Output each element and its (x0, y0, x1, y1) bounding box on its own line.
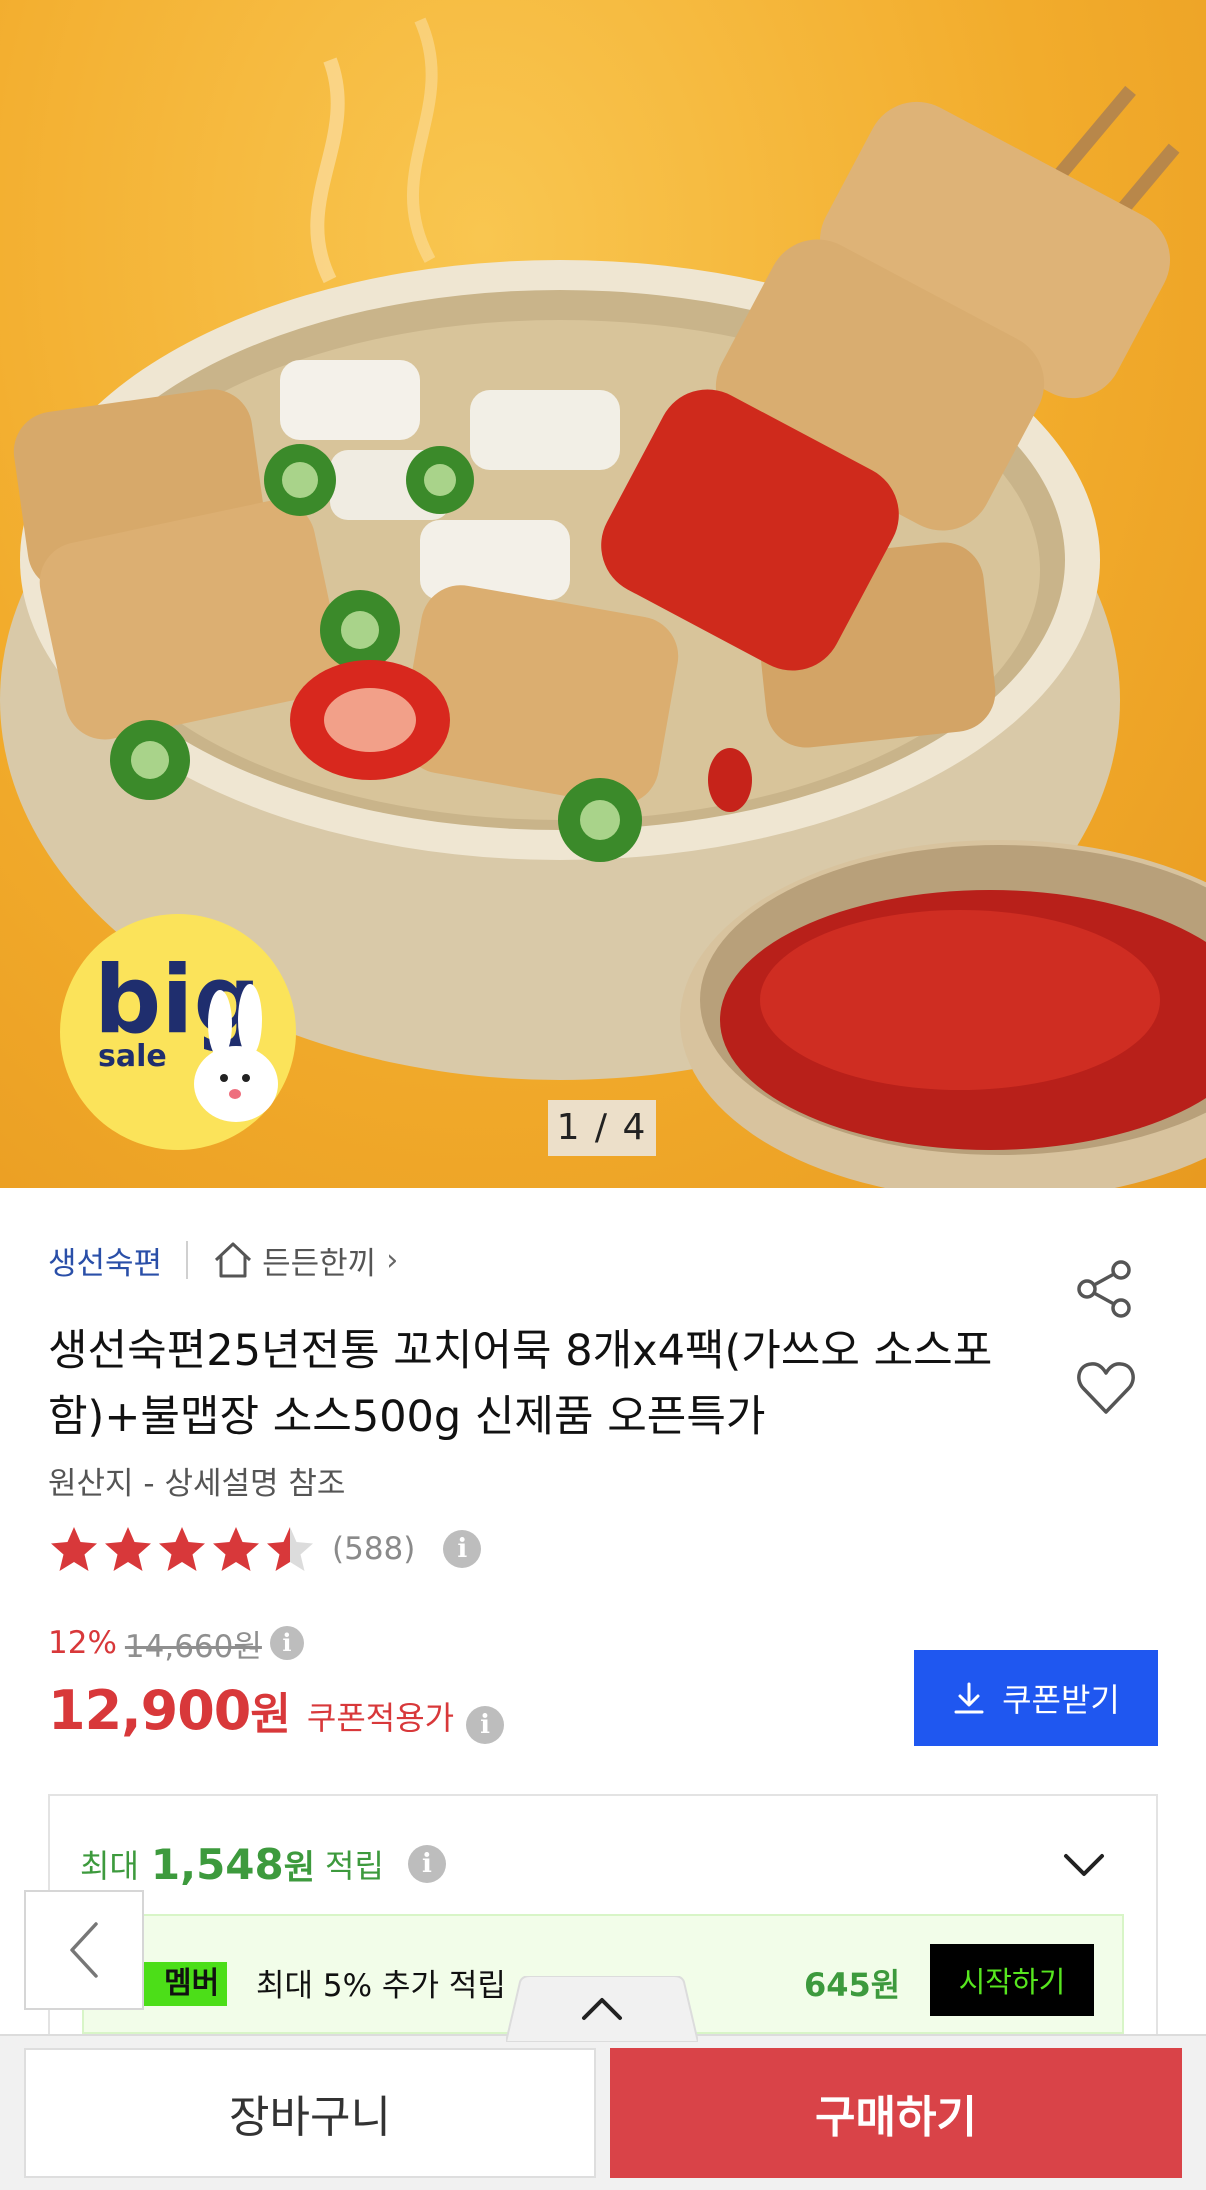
product-title: 생선숙편25년전통 꼬치어묵 8개x4팩(가쓰오 소스포함)+불맵장 소스500… (48, 1326, 993, 1442)
back-button[interactable] (24, 1890, 144, 2010)
product-image-gallery[interactable]: big sale 1 / 4 (0, 0, 1206, 1188)
brand-row: 생선숙편 든든한끼 › (48, 1236, 398, 1284)
points-prefix: 최대 (80, 1847, 139, 1885)
half-star-icon (267, 1527, 313, 1571)
origin-text: 원산지 - 상세설명 참조 (48, 1466, 346, 1502)
chevron-left-icon (70, 1922, 98, 1978)
store-name: 든든한끼 (262, 1245, 377, 1282)
expand-options-tab[interactable] (506, 1976, 698, 2042)
svg-text:sale: sale (98, 1039, 167, 1074)
star-icon (51, 1527, 97, 1571)
rating-row[interactable]: (588) i (48, 1524, 482, 1574)
big-sale-badge: big sale (60, 914, 296, 1150)
divider (186, 1241, 189, 1279)
star-icon (105, 1527, 151, 1571)
discount-row: 12% 14,660원 i (48, 1620, 304, 1666)
buy-now-button[interactable]: 구매하기 (610, 2048, 1182, 2178)
add-to-cart-button[interactable]: 장바구니 (24, 2048, 596, 2178)
heart-icon[interactable] (1073, 1356, 1139, 1422)
original-price: 14,660원 (124, 1628, 262, 1665)
points-unit: 원 (283, 1847, 316, 1888)
star-icon (159, 1527, 205, 1571)
brand-link[interactable]: 생선숙편 (48, 1238, 162, 1283)
points-suffix: 적립 (325, 1847, 384, 1885)
info-icon[interactable]: i (407, 1845, 446, 1883)
rating-stars (48, 1524, 318, 1574)
membership-amount: 645원 (804, 1966, 901, 2004)
review-count[interactable]: (588) (332, 1531, 415, 1567)
points-summary[interactable]: 최대 1,548 원 적립 i (80, 1836, 446, 1892)
coupon-button-label: 쿠폰받기 (1002, 1682, 1120, 1718)
chevron-down-icon[interactable] (1062, 1846, 1106, 1882)
info-icon[interactable]: i (269, 1626, 304, 1660)
get-coupon-button[interactable]: 쿠폰받기 (914, 1650, 1158, 1746)
chevron-right-icon: › (386, 1242, 399, 1278)
info-icon[interactable]: i (443, 1530, 482, 1568)
start-membership-button[interactable]: 시작하기 (930, 1944, 1094, 2016)
home-icon (215, 1242, 252, 1278)
star-icon (213, 1527, 259, 1571)
coupon-price-label: 쿠폰적용가 (306, 1699, 455, 1737)
download-icon (954, 1682, 984, 1714)
final-price: 12,900 (48, 1679, 251, 1742)
membership-text: 최대 5% 추가 적립 (256, 1968, 506, 2004)
share-icon[interactable] (1073, 1256, 1139, 1322)
points-amount: 1,548 (150, 1839, 284, 1889)
discount-percent: 12% (48, 1625, 117, 1661)
image-counter: 1 / 4 (548, 1100, 656, 1156)
store-link[interactable]: 든든한끼 › (212, 1238, 398, 1283)
price-row: 12,900 원 쿠폰적용가 i (48, 1678, 505, 1744)
info-icon[interactable]: i (466, 1706, 505, 1744)
price-unit: 원 (250, 1689, 291, 1740)
